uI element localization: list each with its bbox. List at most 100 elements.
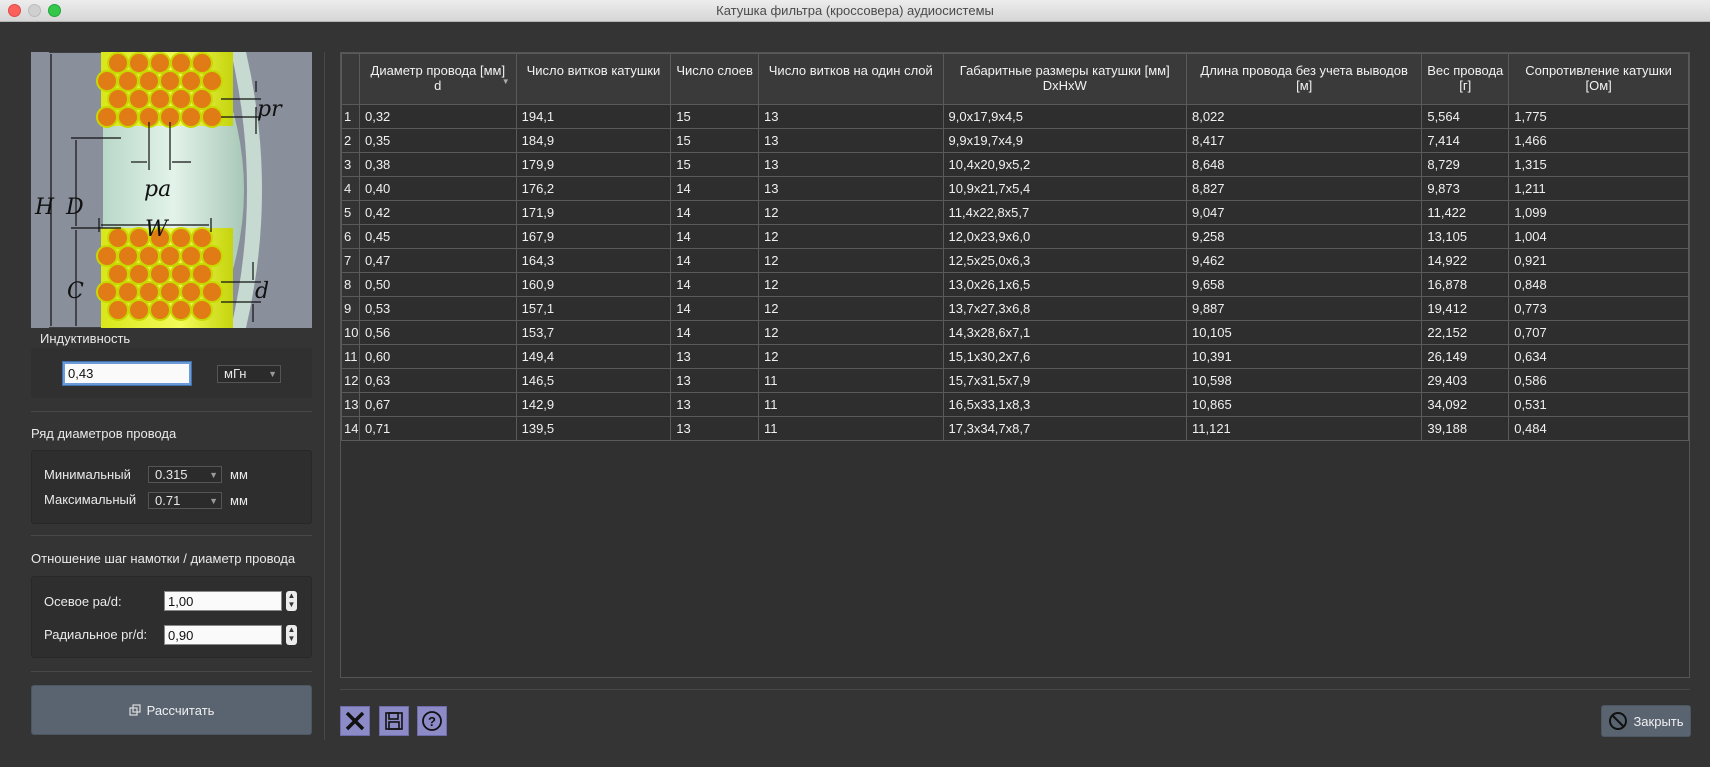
clear-button[interactable] [340,706,370,736]
table-cell[interactable]: 0,707 [1508,320,1689,345]
table-row[interactable]: 4 0,40 176,2 14 13 10,9x21,7x5,4 8,827 9,873 1,2… [341,176,1689,201]
table-cell[interactable]: 11 [758,416,944,441]
table-cell[interactable]: 10,9x21,7x5,4 [942,176,1187,201]
table-cell[interactable]: 10,391 [1185,344,1423,369]
table-cell[interactable]: 13 [758,104,944,129]
table-cell[interactable]: 15,1x30,2x7,6 [942,344,1187,369]
table-cell[interactable]: 13,7x27,3x6,8 [942,296,1187,321]
table-row[interactable]: 14 0,71 139,5 13 11 17,3x34,7x8,7 11,121 39,188… [341,416,1689,441]
table-cell[interactable]: 13 [670,416,760,441]
table-cell[interactable]: 11 [758,368,944,393]
table-cell[interactable]: 0,63 [358,368,517,393]
table-cell[interactable]: 0,42 [358,200,517,225]
row-number[interactable]: 7 [341,248,360,273]
table-cell[interactable]: 10,4x20,9x5,2 [942,152,1187,177]
table-cell[interactable]: 0,71 [358,416,517,441]
table-cell[interactable]: 16,878 [1421,272,1510,297]
table-cell[interactable]: 13,0x26,1x6,5 [942,272,1187,297]
table-cell[interactable]: 1,211 [1508,176,1689,201]
column-header[interactable]: Вес провода [г] [1421,53,1510,105]
table-cell[interactable]: 194,1 [515,104,672,129]
radial-ratio-input[interactable] [164,625,282,645]
table-cell[interactable]: 10,105 [1185,320,1423,345]
table-row[interactable]: 8 0,50 160,9 14 12 13,0x26,1x6,5 9,658 16,878 0,… [341,272,1689,297]
table-row[interactable]: 7 0,47 164,3 14 12 12,5x25,0x6,3 9,462 14,922 0,… [341,248,1689,273]
table-cell[interactable]: 0,773 [1508,296,1689,321]
table-cell[interactable]: 10,865 [1185,392,1423,417]
table-cell[interactable]: 8,729 [1421,152,1510,177]
table-cell[interactable]: 12,0x23,9x6,0 [942,224,1187,249]
inductance-input[interactable] [63,362,191,385]
table-row[interactable]: 2 0,35 184,9 15 13 9,9x19,7x4,9 8,417 7,414 1,46… [341,128,1689,153]
table-cell[interactable]: 22,152 [1421,320,1510,345]
table-cell[interactable]: 12 [758,296,944,321]
save-button[interactable] [379,706,409,736]
table-cell[interactable]: 13 [670,368,760,393]
table-cell[interactable]: 0,56 [358,320,517,345]
table-cell[interactable]: 14,3x28,6x7,1 [942,320,1187,345]
table-cell[interactable]: 14 [670,248,760,273]
table-cell[interactable]: 9,0x17,9x4,5 [942,104,1187,129]
row-number[interactable]: 3 [341,152,360,177]
window-zoom-icon[interactable] [48,4,61,17]
table-cell[interactable]: 153,7 [515,320,672,345]
table-row[interactable]: 9 0,53 157,1 14 12 13,7x27,3x6,8 9,887 19,412 0,… [341,296,1689,321]
table-cell[interactable]: 13 [758,152,944,177]
column-header[interactable]: Число слоев [670,53,760,105]
column-header[interactable]: Диаметр провода [мм] d ▼ [358,53,517,105]
table-cell[interactable]: 0,531 [1508,392,1689,417]
row-number[interactable]: 11 [341,344,360,369]
axial-ratio-input[interactable] [164,591,282,611]
table-cell[interactable]: 9,658 [1185,272,1423,297]
table-cell[interactable]: 12,5x25,0x6,3 [942,248,1187,273]
table-cell[interactable]: 142,9 [515,392,672,417]
table-cell[interactable]: 17,3x34,7x8,7 [942,416,1187,441]
row-number[interactable]: 5 [341,200,360,225]
table-cell[interactable]: 139,5 [515,416,672,441]
table-cell[interactable]: 9,258 [1185,224,1423,249]
table-cell[interactable]: 15 [670,128,760,153]
table-cell[interactable]: 9,9x19,7x4,9 [942,128,1187,153]
table-cell[interactable]: 9,462 [1185,248,1423,273]
table-row[interactable]: 6 0,45 167,9 14 12 12,0x23,9x6,0 9,258 13,105 1,… [341,224,1689,249]
table-row[interactable]: 3 0,38 179,9 15 13 10,4x20,9x5,2 8,648 8,729 1,3… [341,152,1689,177]
table-cell[interactable]: 0,60 [358,344,517,369]
table-row[interactable]: 12 0,63 146,5 13 11 15,7x31,5x7,9 10,598 29,403… [341,368,1689,393]
table-row[interactable]: 11 0,60 149,4 13 12 15,1x30,2x7,6 10,391 26,149… [341,344,1689,369]
table-cell[interactable]: 15 [670,104,760,129]
results-table-container[interactable]: Диаметр провода [мм] d ▼ Число витков ка… [340,52,1690,678]
table-cell[interactable]: 13 [758,176,944,201]
row-number[interactable]: 6 [341,224,360,249]
row-number[interactable]: 9 [341,296,360,321]
column-header[interactable]: Габаритные размеры катушки [мм] DxHxW [942,53,1187,105]
table-cell[interactable]: 39,188 [1421,416,1510,441]
table-cell[interactable]: 11 [758,392,944,417]
table-cell[interactable]: 15,7x31,5x7,9 [942,368,1187,393]
table-cell[interactable]: 184,9 [515,128,672,153]
close-button[interactable]: Закрыть [1601,705,1691,737]
table-cell[interactable]: 8,827 [1185,176,1423,201]
help-button[interactable]: ? [417,706,447,736]
table-cell[interactable]: 0,484 [1508,416,1689,441]
column-header[interactable]: Число витков катушки [515,53,672,105]
table-cell[interactable]: 11,4x22,8x5,7 [942,200,1187,225]
table-cell[interactable]: 8,648 [1185,152,1423,177]
table-cell[interactable]: 14 [670,272,760,297]
table-cell[interactable]: 10,598 [1185,368,1423,393]
table-cell[interactable]: 16,5x33,1x8,3 [942,392,1187,417]
table-cell[interactable]: 8,022 [1185,104,1423,129]
min-diameter-select[interactable]: 0.315 ▼ [148,466,222,483]
column-header[interactable]: Сопротивление катушки [Ом] [1508,53,1689,105]
table-cell[interactable]: 146,5 [515,368,672,393]
table-cell[interactable]: 13 [758,128,944,153]
table-cell[interactable]: 9,047 [1185,200,1423,225]
row-number[interactable]: 12 [341,368,360,393]
table-cell[interactable]: 14 [670,320,760,345]
row-number[interactable]: 4 [341,176,360,201]
table-cell[interactable]: 9,873 [1421,176,1510,201]
table-cell[interactable]: 157,1 [515,296,672,321]
table-cell[interactable]: 12 [758,200,944,225]
table-cell[interactable]: 149,4 [515,344,672,369]
table-row[interactable]: 13 0,67 142,9 13 11 16,5x33,1x8,3 10,865 34,092… [341,392,1689,417]
table-cell[interactable]: 19,412 [1421,296,1510,321]
